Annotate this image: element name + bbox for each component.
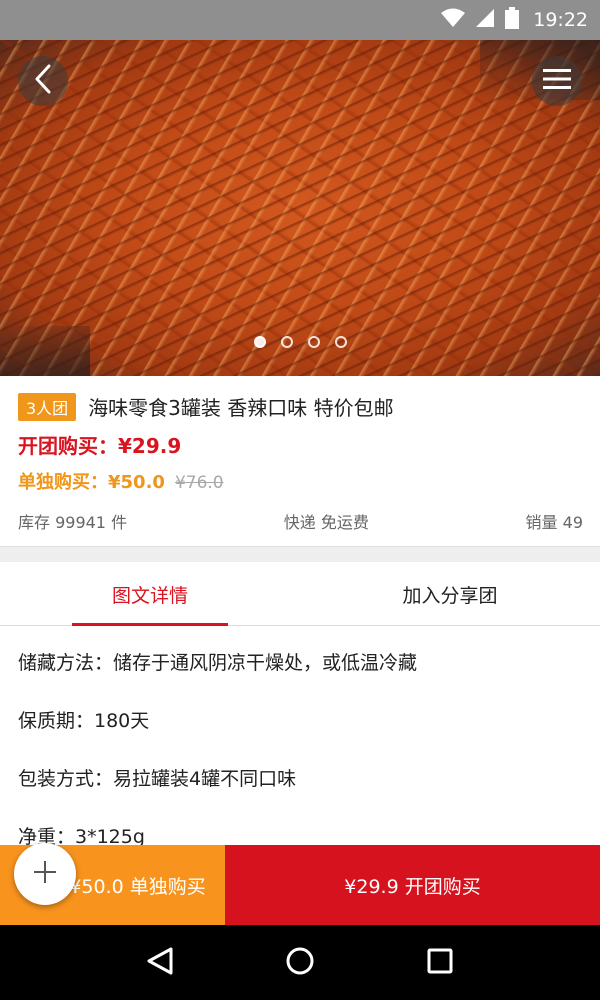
back-triangle-icon	[146, 946, 174, 980]
detail-tabs: 图文详情 加入分享团	[0, 562, 600, 626]
floating-add-button[interactable]	[14, 843, 76, 905]
storage-method: 储藏方法：储存于通风阴凉干燥处，或低温冷藏	[18, 652, 418, 674]
recents-square-icon	[426, 947, 454, 979]
chevron-left-icon	[32, 64, 54, 98]
nav-home-button[interactable]	[270, 933, 330, 993]
menu-button[interactable]	[532, 56, 582, 106]
hamburger-menu-icon	[543, 68, 571, 94]
packaging: 包装方式：易拉罐装4罐不同口味	[18, 768, 297, 790]
shelf-life: 保质期：180天	[18, 710, 150, 732]
section-divider	[0, 546, 600, 562]
product-meta: 库存 99941 件 快递 免运费 销量 49	[18, 509, 583, 533]
tab-join-share-group[interactable]: 加入分享团	[300, 562, 600, 626]
nav-recents-button[interactable]	[410, 933, 470, 993]
bottom-action-bar: ¥50.0 单独购买 ¥29.9 开团购买	[0, 845, 600, 925]
back-button[interactable]	[18, 56, 68, 106]
product-title: 海味零食3罐装 香辣口味 特价包邮	[88, 396, 394, 420]
group-buy-button[interactable]: ¥29.9 开团购买	[225, 845, 600, 925]
group-buy-price: 开团购买：¥29.9	[18, 434, 182, 458]
nav-back-button[interactable]	[130, 933, 190, 993]
single-buy-price: 单独购买：¥50.0	[18, 472, 165, 493]
product-image-carousel[interactable]	[0, 40, 600, 376]
carousel-dot[interactable]	[253, 336, 266, 348]
carousel-indicator	[0, 336, 600, 348]
carousel-dot[interactable]	[280, 336, 293, 348]
battery-icon	[505, 7, 520, 33]
image-shadow	[0, 326, 90, 376]
product-info: 3人团 海味零食3罐装 香辣口味 特价包邮 开团购买：¥29.9 单独购买：¥5…	[0, 376, 600, 546]
plus-icon	[32, 859, 58, 889]
signal-icon	[475, 8, 495, 32]
carousel-dot[interactable]	[307, 336, 320, 348]
status-bar: 19:22	[0, 0, 600, 40]
status-time: 19:22	[533, 9, 588, 31]
wifi-icon	[441, 8, 466, 32]
shipping-info: 快递 免运费	[283, 513, 369, 532]
group-size-badge: 3人团	[18, 392, 77, 421]
stock-count: 库存 99941 件	[18, 513, 128, 532]
original-price: ¥76.0	[174, 473, 224, 493]
tab-details[interactable]: 图文详情	[0, 562, 300, 626]
carousel-dot[interactable]	[334, 336, 347, 348]
home-circle-icon	[285, 946, 315, 980]
status-icons: 19:22	[441, 0, 588, 40]
single-buy-row: 单独购买：¥50.0 ¥76.0	[18, 468, 224, 494]
title-row: 3人团 海味零食3罐装 香辣口味 特价包邮	[18, 392, 394, 421]
system-nav-bar	[0, 925, 600, 1000]
sales-count: 销量 49	[525, 513, 583, 532]
